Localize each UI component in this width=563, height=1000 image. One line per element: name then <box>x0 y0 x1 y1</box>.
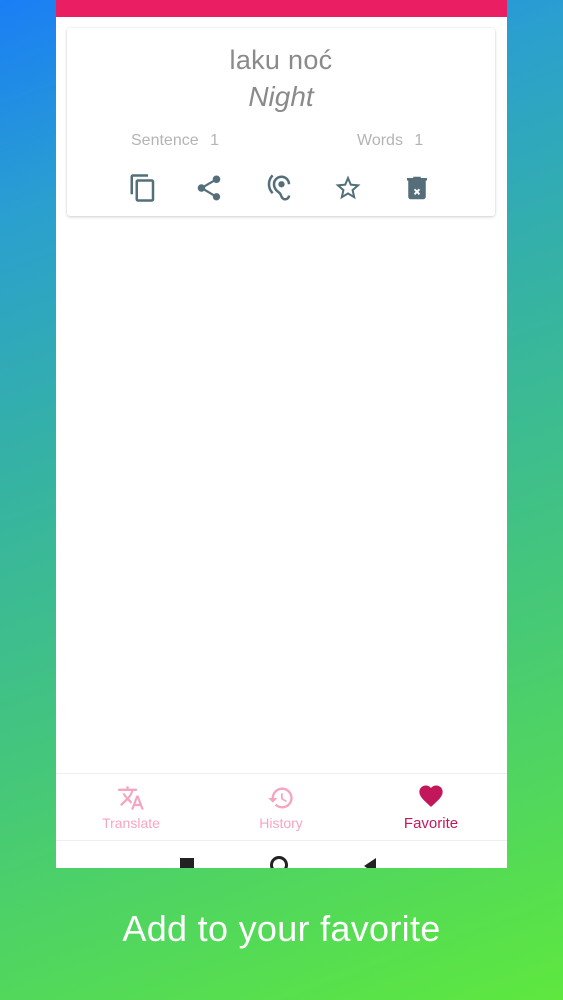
share-button[interactable] <box>191 170 227 206</box>
nav-favorite[interactable]: Favorite <box>356 774 506 840</box>
delete-icon <box>407 176 427 200</box>
share-icon <box>197 175 221 201</box>
card-actions <box>67 170 495 206</box>
nav-history[interactable]: History <box>206 774 356 840</box>
home-button[interactable] <box>270 856 288 868</box>
promo-caption: Add to your favorite <box>122 908 441 949</box>
bottom-navigation: Translate History Favorite <box>56 773 507 841</box>
copy-icon <box>130 174 155 202</box>
nav-translate-label: Translate <box>102 815 160 831</box>
hearing-icon <box>267 174 291 201</box>
system-navigation-bar <box>56 840 507 868</box>
star-outline-icon <box>335 175 361 200</box>
sentence-label: Sentence <box>131 132 199 149</box>
heart-icon <box>419 785 443 807</box>
translated-text: Night <box>248 81 314 112</box>
words-value: 1 <box>414 132 424 149</box>
copy-button[interactable] <box>125 170 161 206</box>
phone-screen: laku noć Night Sentence 1 Words 1 Transl… <box>56 0 507 868</box>
delete-button[interactable] <box>399 170 435 206</box>
history-icon <box>268 787 293 809</box>
nav-favorite-label: Favorite <box>403 815 459 832</box>
words-count: Words 1 <box>357 132 423 150</box>
words-label: Words <box>357 132 403 149</box>
translation-card: laku noć Night Sentence 1 Words 1 <box>67 28 495 216</box>
nav-history-label: History <box>259 815 303 831</box>
source-text: laku noć <box>229 45 333 75</box>
recents-button[interactable] <box>180 858 194 868</box>
listen-button[interactable] <box>261 170 297 206</box>
favorite-star-button[interactable] <box>330 170 366 206</box>
translate-icon <box>118 786 144 810</box>
sentence-count: Sentence 1 <box>131 132 219 150</box>
sentence-value: 1 <box>210 132 219 149</box>
back-button[interactable] <box>364 858 376 868</box>
status-bar <box>56 0 507 17</box>
nav-translate[interactable]: Translate <box>56 774 206 840</box>
